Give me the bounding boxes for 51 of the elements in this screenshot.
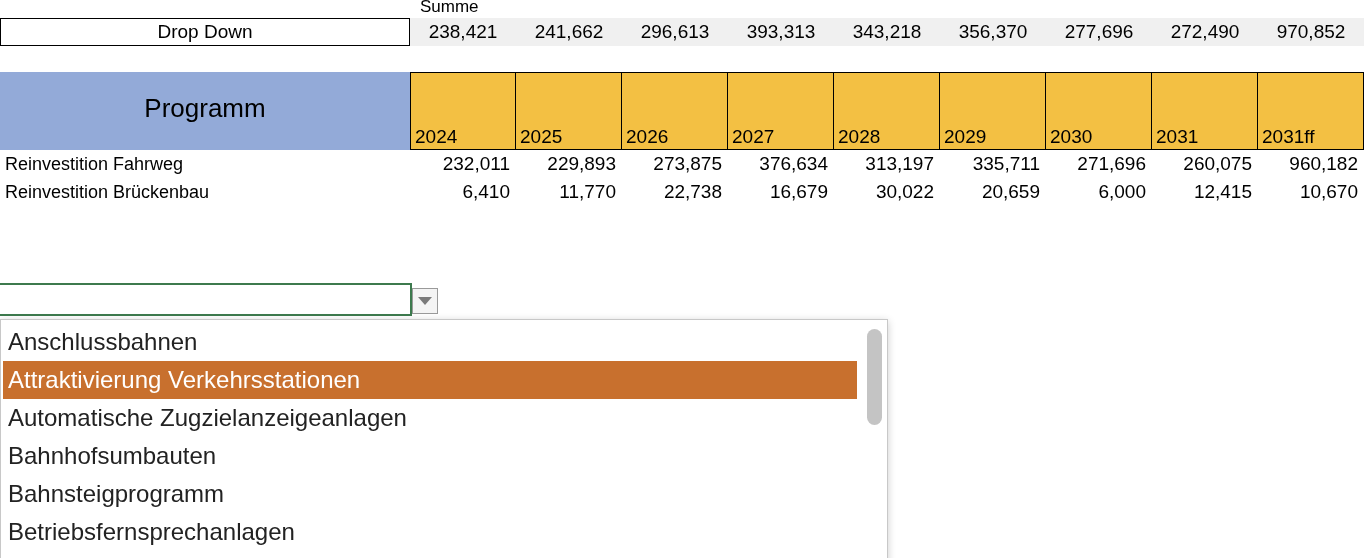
table-cell-text: 10,670: [1298, 180, 1359, 204]
header-cell: Programm: [0, 72, 410, 150]
table-cell-text: 11,770: [558, 180, 617, 204]
table-cell-text: 271,696: [1076, 152, 1147, 176]
table-cell-text: 229,893: [546, 152, 617, 176]
selected-cell[interactable]: [0, 283, 412, 316]
header-cell: 2028: [834, 72, 940, 150]
table-cell-text: 20,659: [980, 180, 1041, 204]
table-cell: 356,370: [940, 18, 1046, 46]
table-cell: 241,662: [516, 18, 622, 46]
table-cell-text: 22,738: [662, 180, 723, 204]
table-cell-text: 6,410: [461, 180, 511, 204]
dropdown-button[interactable]: [412, 288, 438, 314]
table-cell-text: 335,711: [971, 152, 1041, 176]
list-option[interactable]: Anschlussbahnen: [3, 323, 857, 361]
header-cell: 2031: [1152, 72, 1258, 150]
header-cell: 2024: [410, 72, 516, 150]
table-cell-text: 16,679: [768, 180, 829, 204]
list-option[interactable]: Attraktivierung Verkehrsstationen: [3, 361, 857, 399]
table-cell: 296,613: [622, 18, 728, 46]
table-cell-text: Reinvestition Brückenbau: [4, 180, 211, 204]
header-cell: 2029: [940, 72, 1046, 150]
table-cell: 238,421: [410, 18, 516, 46]
list-option[interactable]: Bahnsteigprogramm: [3, 475, 857, 513]
header-cell: 2027: [728, 72, 834, 150]
table-cell: 343,218: [834, 18, 940, 46]
header-cell: 2025: [516, 72, 622, 150]
table-cell-text: 30,022: [874, 180, 935, 204]
list-option[interactable]: Betriebsfernsprechanlagen: [3, 513, 857, 551]
list-option[interactable]: Bahnhofsumbauten: [3, 437, 857, 475]
table-cell-text: 232,011: [441, 152, 511, 176]
table-cell: 970,852: [1258, 18, 1364, 46]
scrollbar-thumb[interactable]: [866, 329, 882, 425]
table-cell-text: 12,415: [1192, 180, 1253, 204]
column-label: Summe: [419, 0, 480, 18]
caret-icon: [418, 297, 432, 305]
table-cell-text: 260,075: [1182, 152, 1253, 176]
header-cell: 2030: [1046, 72, 1152, 150]
table-cell-text: 313,197: [864, 152, 935, 176]
list-option[interactable]: Automatische Zugzielanzeigeanlagen: [3, 399, 857, 437]
table-cell: 272,490: [1152, 18, 1258, 46]
table-cell-text: 960,182: [1288, 152, 1359, 176]
table-cell: 393,313: [728, 18, 834, 46]
table-cell: 277,696: [1046, 18, 1152, 46]
table-cell-text: 376,634: [758, 152, 829, 176]
table-cell-text: 273,875: [652, 152, 723, 176]
table-cell-text: Reinvestition Fahrweg: [4, 152, 185, 176]
table-cell-text: 6,000: [1097, 180, 1147, 204]
header-cell: 2031ff: [1258, 72, 1364, 150]
header-cell: 2026: [622, 72, 728, 150]
table-cell: Drop Down: [0, 18, 410, 46]
